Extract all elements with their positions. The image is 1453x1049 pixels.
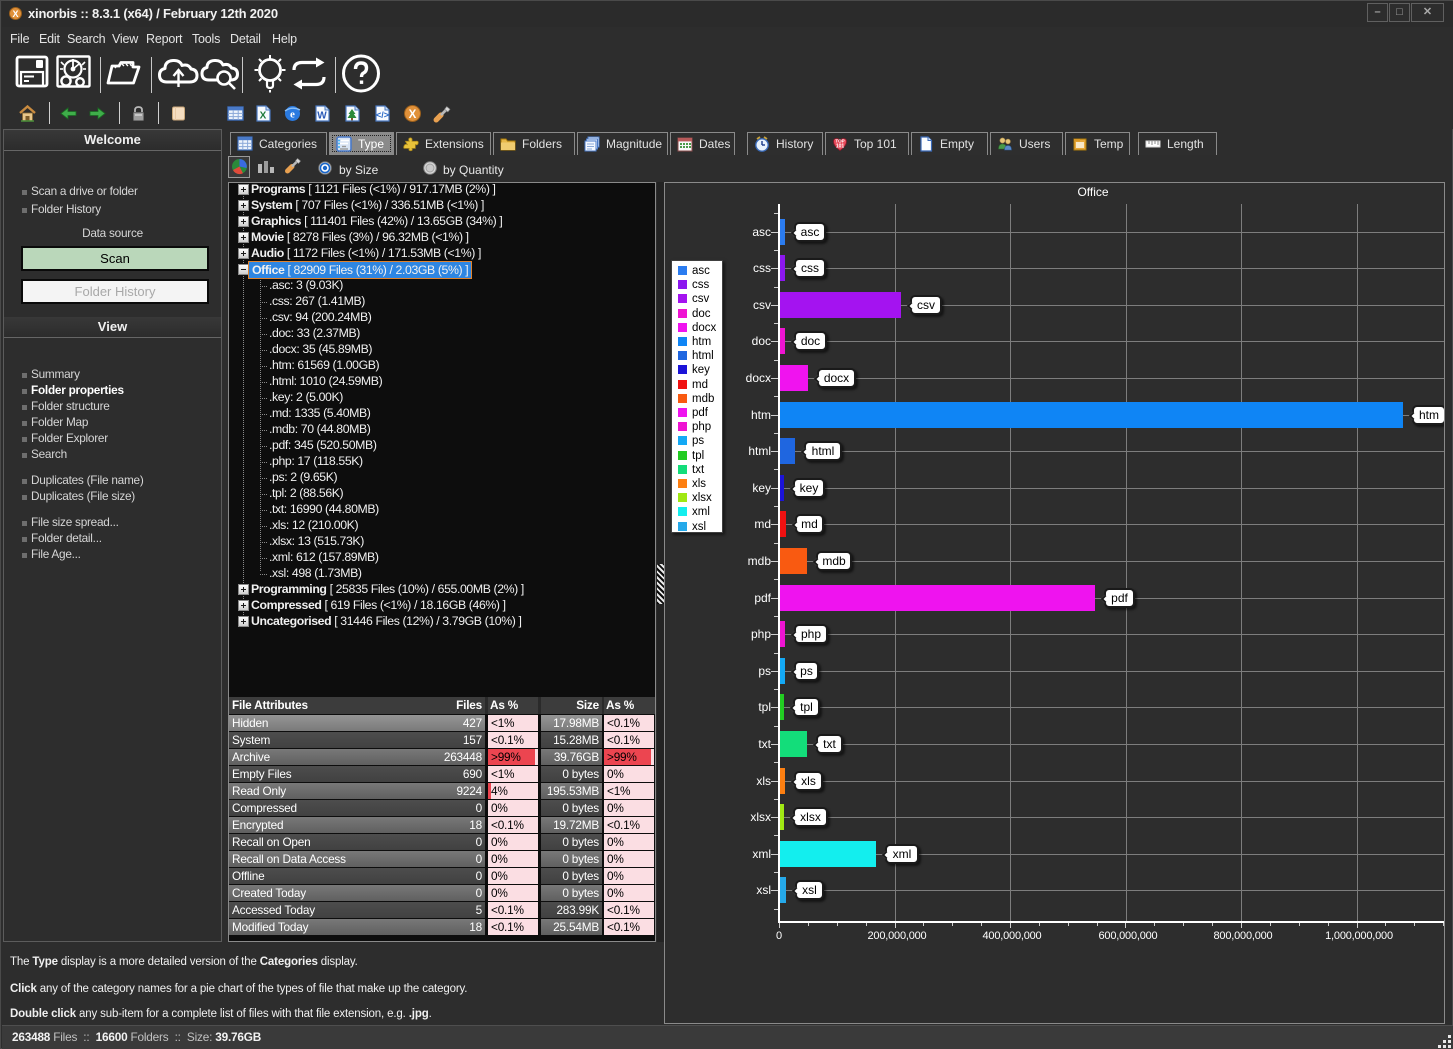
svg-text:101: 101 xyxy=(836,144,845,150)
svg-text:W: W xyxy=(317,111,327,122)
svg-text:</>: </> xyxy=(376,110,389,120)
svg-text:X: X xyxy=(260,111,267,122)
svg-text:X: X xyxy=(409,109,417,121)
svg-text:e: e xyxy=(290,109,295,121)
